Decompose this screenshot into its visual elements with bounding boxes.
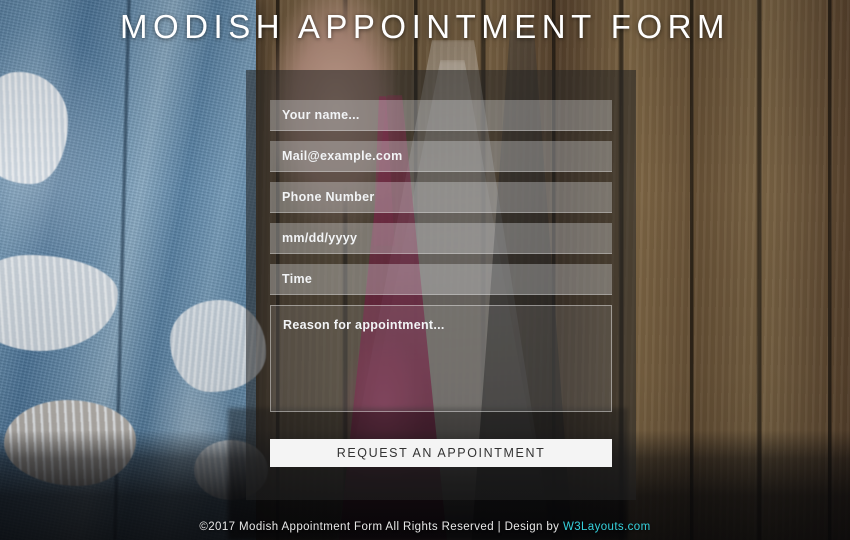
name-input[interactable] bbox=[270, 100, 612, 131]
w3layouts-link[interactable]: W3Layouts.com bbox=[563, 521, 651, 533]
time-input[interactable] bbox=[270, 264, 612, 295]
appointment-form: Request an Appointment bbox=[270, 100, 612, 467]
footer: ©2017 Modish Appointment Form All Rights… bbox=[0, 521, 850, 533]
page-title: MODISH APPOINTMENT FORM bbox=[120, 8, 730, 45]
request-appointment-button[interactable]: Request an Appointment bbox=[270, 439, 612, 467]
reason-textarea[interactable] bbox=[270, 305, 612, 412]
phone-input[interactable] bbox=[270, 182, 612, 213]
footer-copyright-text: ©2017 Modish Appointment Form All Rights… bbox=[199, 521, 563, 533]
appointment-page: MODISH APPOINTMENT FORM Request an Appoi… bbox=[0, 0, 850, 540]
form-panel: Request an Appointment bbox=[246, 70, 636, 500]
date-input[interactable] bbox=[270, 223, 612, 254]
email-input[interactable] bbox=[270, 141, 612, 172]
